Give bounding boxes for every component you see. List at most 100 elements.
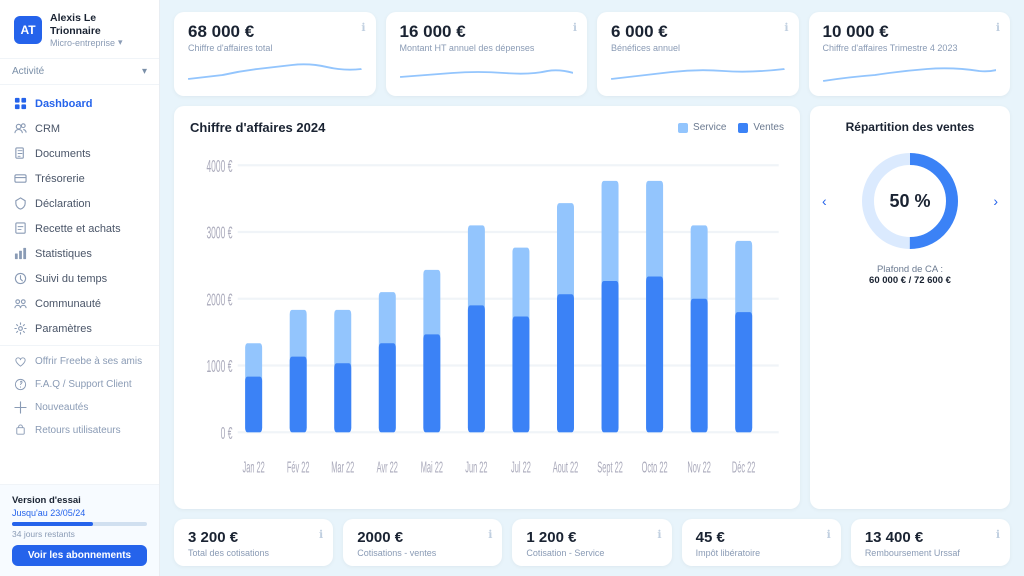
sidebar-item-dashboard[interactable]: Dashboard xyxy=(0,91,159,116)
kpi-value-3: 10 000 € xyxy=(823,22,997,42)
chart-header: Chiffre d'affaires 2024 Service Ventes xyxy=(190,120,784,135)
donut-card: Répartition des ventes ‹ 50 % › Plafond … xyxy=(810,106,1010,509)
kpi-card-0: ℹ 68 000 € Chiffre d'affaires total xyxy=(174,12,376,96)
svg-text:Déc 22: Déc 22 xyxy=(732,458,756,476)
bottom-kpi-label-4: Remboursement Urssaf xyxy=(865,548,996,558)
sidebar-item-offrir[interactable]: Offrir Freebe à ses amis xyxy=(0,350,159,373)
trial-progress-fill xyxy=(12,522,93,526)
kpi-info-icon-0[interactable]: ℹ xyxy=(361,21,365,34)
sidebar-item-label: Trésorerie xyxy=(35,173,85,185)
bottom-kpi-info-icon-1[interactable]: ℹ xyxy=(488,528,492,541)
main-content: ℹ 68 000 € Chiffre d'affaires total ℹ 16… xyxy=(160,0,1024,576)
donut-prev-button[interactable]: ‹ xyxy=(822,193,827,209)
days-left: 34 jours restants xyxy=(12,529,147,539)
svg-text:Mai 22: Mai 22 xyxy=(421,458,443,476)
chart-title: Chiffre d'affaires 2024 xyxy=(190,120,325,135)
legend-ventes: Ventes xyxy=(738,122,784,133)
svg-text:4000 €: 4000 € xyxy=(206,155,232,175)
svg-text:Nov 22: Nov 22 xyxy=(687,458,711,476)
kpi-row: ℹ 68 000 € Chiffre d'affaires total ℹ 16… xyxy=(174,12,1010,96)
svg-text:Jan 22: Jan 22 xyxy=(243,458,265,476)
sidebar-item-label: CRM xyxy=(35,123,60,135)
sidebar-item-retours[interactable]: Retours utilisateurs xyxy=(0,419,159,442)
svg-text:2000 €: 2000 € xyxy=(206,289,232,309)
sidebar-item-label: Suivi du temps xyxy=(35,273,107,285)
svg-text:Avr 22: Avr 22 xyxy=(377,458,398,476)
sidebar-item-parametres[interactable]: Paramètres xyxy=(0,316,159,341)
trial-progress-bg xyxy=(12,522,147,526)
app-name: Alexis Le Trionnaire xyxy=(50,12,145,37)
sidebar-item-label: Communauté xyxy=(35,298,101,310)
kpi-sparkline-0 xyxy=(188,57,362,90)
donut-caption: Plafond de CA : 60 000 € / 72 600 € xyxy=(869,264,951,286)
bottom-kpi-value-4: 13 400 € xyxy=(865,529,996,546)
legend-service: Service xyxy=(678,122,726,133)
sidebar-item-label: Paramètres xyxy=(35,323,92,335)
middle-row: Chiffre d'affaires 2024 Service Ventes xyxy=(174,106,1010,509)
sidebar-item-nouveautes[interactable]: Nouveautés xyxy=(0,396,159,419)
kpi-info-icon-2[interactable]: ℹ xyxy=(784,21,788,34)
bottom-kpi-value-1: 2000 € xyxy=(357,529,488,546)
donut-chart: 50 % xyxy=(855,146,965,256)
app-logo-icon: AT xyxy=(14,16,42,44)
bottom-kpi-value-3: 45 € xyxy=(696,529,827,546)
sidebar-item-declaration[interactable]: Déclaration xyxy=(0,191,159,216)
bottom-kpi-info-icon-4[interactable]: ℹ xyxy=(996,528,1000,541)
sidebar-footer: Version d'essai Jusqu'au 23/05/24 34 jou… xyxy=(0,484,159,576)
kpi-info-icon-3[interactable]: ℹ xyxy=(996,21,1000,34)
sidebar-logo: AT Alexis Le Trionnaire Micro-entreprise… xyxy=(0,0,159,59)
sidebar-item-label: Recette et achats xyxy=(35,223,121,235)
sidebar-item-crm[interactable]: CRM xyxy=(0,116,159,141)
sidebar-item-documents[interactable]: Documents xyxy=(0,141,159,166)
kpi-value-1: 16 000 € xyxy=(400,22,574,42)
bottom-kpi-card-2: ℹ 1 200 € Cotisation - Service xyxy=(512,519,671,566)
legend-dot-service xyxy=(678,123,688,133)
bottom-kpi-label-0: Total des cotisations xyxy=(188,548,319,558)
bottom-kpi-info-icon-3[interactable]: ℹ xyxy=(827,528,831,541)
kpi-card-2: ℹ 6 000 € Bénéfices annuel xyxy=(597,12,799,96)
kpi-value-0: 68 000 € xyxy=(188,22,362,42)
sidebar-item-statistiques[interactable]: Statistiques xyxy=(0,241,159,266)
sidebar-item-recette[interactable]: Recette et achats xyxy=(0,216,159,241)
bottom-kpi-value-2: 1 200 € xyxy=(526,529,657,546)
main-nav: Dashboard CRM Documents Trésorerie Décla… xyxy=(0,85,159,484)
svg-text:Jul 22: Jul 22 xyxy=(511,458,531,476)
sidebar-item-label: Dashboard xyxy=(35,98,92,110)
kpi-info-icon-1[interactable]: ℹ xyxy=(573,21,577,34)
bottom-kpi-label-2: Cotisation - Service xyxy=(526,548,657,558)
app-type: Micro-entreprise ▾ xyxy=(50,37,145,48)
subscribe-button[interactable]: Voir les abonnements xyxy=(12,545,147,566)
sidebar-item-communaute[interactable]: Communauté xyxy=(0,291,159,316)
kpi-label-0: Chiffre d'affaires total xyxy=(188,43,362,53)
svg-text:Sept 22: Sept 22 xyxy=(597,458,623,476)
bottom-kpi-card-3: ℹ 45 € Impôt libératoire xyxy=(682,519,841,566)
bottom-kpi-info-icon-2[interactable]: ℹ xyxy=(657,528,661,541)
sidebar-item-faq[interactable]: F.A.Q / Support Client xyxy=(0,373,159,396)
svg-text:Mar 22: Mar 22 xyxy=(331,458,354,476)
kpi-sparkline-3 xyxy=(823,57,997,90)
bottom-kpi-row: ℹ 3 200 € Total des cotisations ℹ 2000 €… xyxy=(174,519,1010,566)
kpi-value-2: 6 000 € xyxy=(611,22,785,42)
sidebar-item-tresorerie[interactable]: Trésorerie xyxy=(0,166,159,191)
bottom-kpi-card-1: ℹ 2000 € Cotisations - ventes xyxy=(343,519,502,566)
donut-next-button[interactable]: › xyxy=(993,193,998,209)
svg-text:3000 €: 3000 € xyxy=(206,222,232,242)
svg-text:Aout 22: Aout 22 xyxy=(553,458,579,476)
version-date: Jusqu'au 23/05/24 xyxy=(12,508,147,518)
activity-dropdown[interactable]: Activité ▾ xyxy=(0,59,159,85)
bottom-kpi-value-0: 3 200 € xyxy=(188,529,319,546)
kpi-sparkline-1 xyxy=(400,57,574,90)
bar-chart-area: 4000 € 3000 € 2000 € 1000 € 0 € xyxy=(190,143,784,499)
svg-text:Fév 22: Fév 22 xyxy=(287,458,310,476)
donut-center-value: 50 % xyxy=(889,191,930,212)
bar-chart-card: Chiffre d'affaires 2024 Service Ventes xyxy=(174,106,800,509)
kpi-label-3: Chiffre d'affaires Trimestre 4 2023 xyxy=(823,43,997,53)
bottom-kpi-label-3: Impôt libératoire xyxy=(696,548,827,558)
legend-dot-ventes xyxy=(738,123,748,133)
svg-text:1000 €: 1000 € xyxy=(206,356,232,376)
chart-legend: Service Ventes xyxy=(678,122,784,133)
bottom-kpi-info-icon-0[interactable]: ℹ xyxy=(319,528,323,541)
donut-title: Répartition des ventes xyxy=(846,120,975,134)
svg-text:0 €: 0 € xyxy=(221,422,233,442)
sidebar-item-suivi[interactable]: Suivi du temps xyxy=(0,266,159,291)
